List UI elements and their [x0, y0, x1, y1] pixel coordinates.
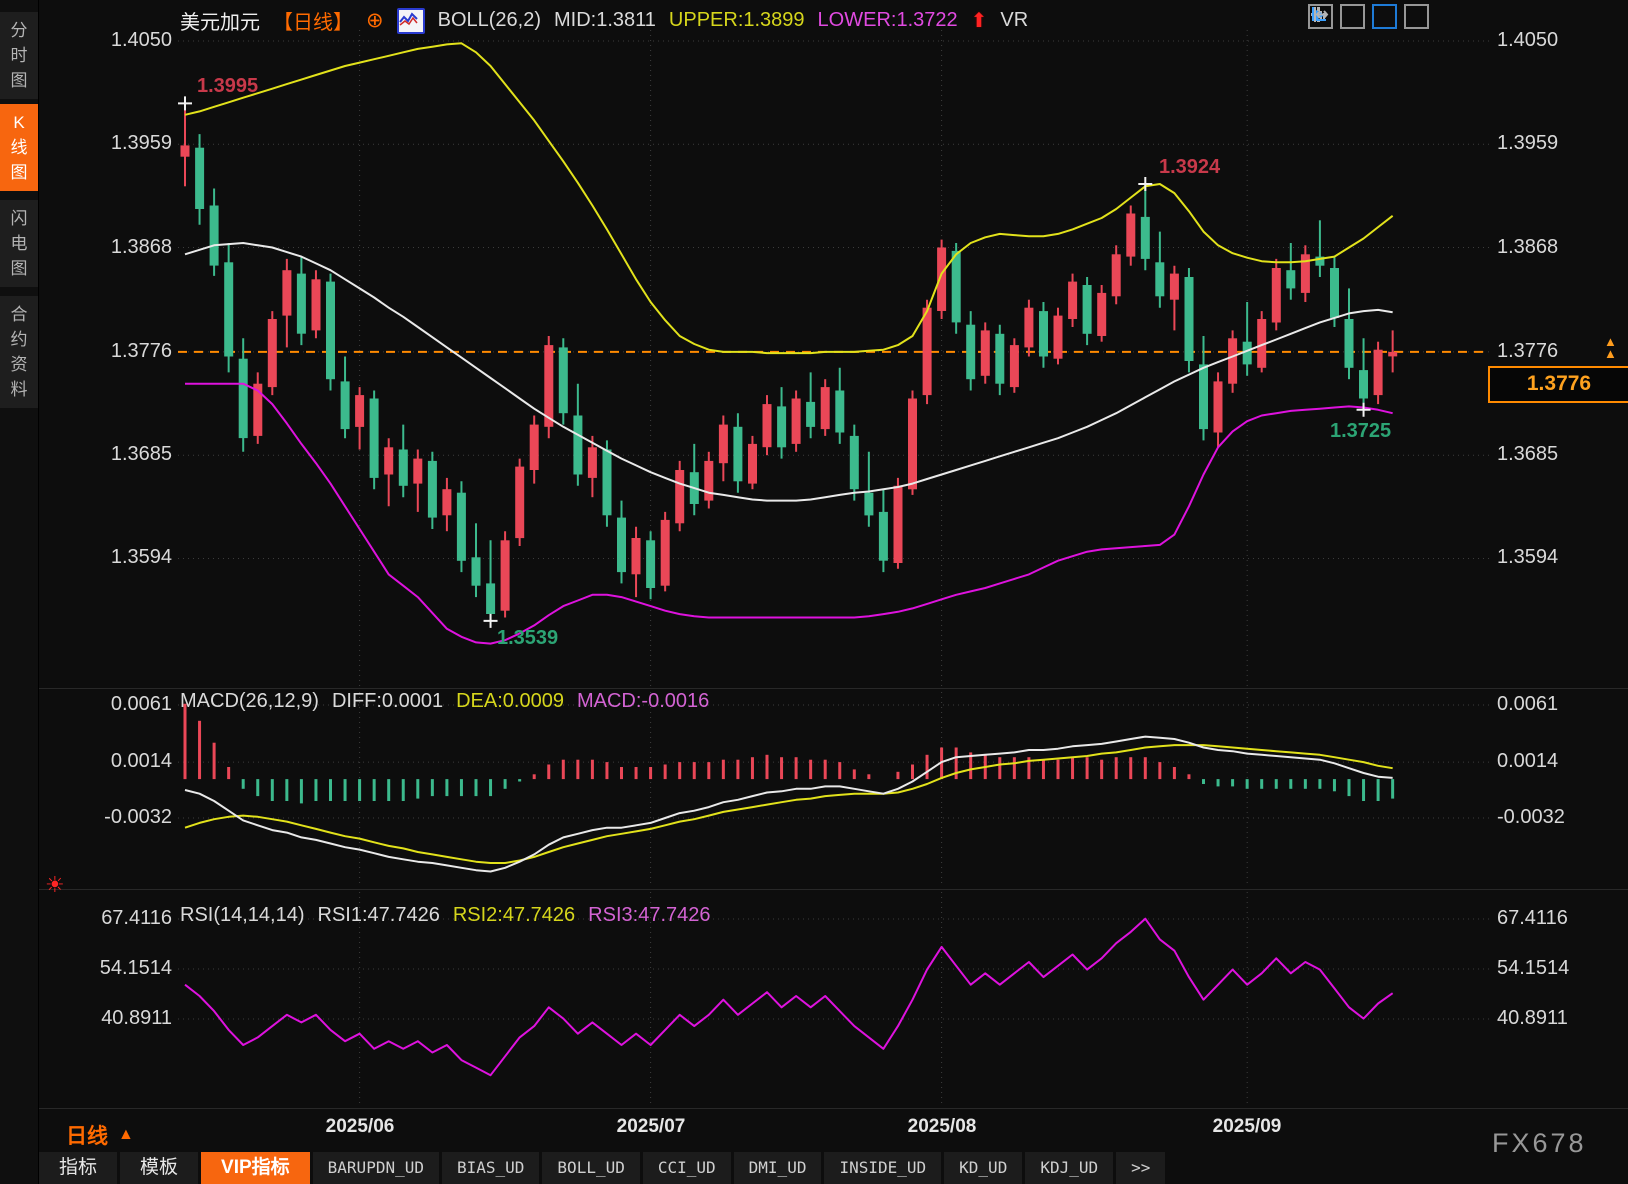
period-tag[interactable]: 【日线】 [273, 6, 353, 35]
macd-y-axis-label-left: -0.0032 [38, 806, 172, 829]
axis-scale-icon[interactable] [1340, 4, 1365, 29]
boll-lower-value: LOWER:1.3722 [818, 9, 958, 32]
indicator-tab-bar: 指标模板VIP指标BARUPDN_UDBIAS_UDBOLL_UDCCI_UDD… [39, 1152, 1165, 1184]
main-y-axis-label-right: 1.3868 [1497, 236, 1558, 259]
x-axis-label: 2025/06 [295, 1116, 425, 1138]
main-y-axis-label-left: 1.3959 [38, 132, 172, 155]
main-y-axis-label-right: 1.4050 [1497, 29, 1558, 52]
main-y-axis-label-left: 1.3868 [38, 236, 172, 259]
macd-diff-value: DIFF:0.0001 [332, 690, 443, 713]
x-axis-label: 2025/09 [1182, 1116, 1312, 1138]
macd-y-axis-label-right: 0.0061 [1497, 693, 1558, 716]
rsi-y-axis-label-right: 54.1514 [1497, 957, 1569, 980]
axis-shift-icon[interactable] [1404, 4, 1429, 29]
triangle-up-icon: ▲ [118, 1126, 134, 1144]
macd-dea-value: DEA:0.0009 [456, 690, 564, 713]
rsi3-value: RSI3:47.7426 [588, 904, 710, 927]
sun-icon[interactable]: ☀ [45, 872, 65, 898]
target-plus-icon[interactable]: ⊕ [366, 8, 384, 33]
tab-dmi-ud[interactable]: DMI_UD [734, 1152, 822, 1184]
main-y-axis-label-right: 1.3776 [1497, 340, 1558, 363]
vr-label[interactable]: VR [1000, 9, 1028, 32]
rsi-title: RSI(14,14,14) [180, 904, 305, 927]
tab-kdj-ud[interactable]: KDJ_UD [1025, 1152, 1113, 1184]
up-arrow-icon: ⬆ [971, 8, 988, 33]
boll-upper-value: UPPER:1.3899 [669, 9, 805, 32]
last-price-box: 1.3776 [1488, 366, 1628, 403]
boll-mid-value: MID:1.3811 [554, 9, 656, 32]
watermark: FX678 [1492, 1128, 1587, 1159]
price-annotation: 1.3725 [1330, 420, 1391, 443]
macd-y-axis-label-right: -0.0032 [1497, 806, 1565, 829]
main-chart-legend: 美元加元 【日线】 ⊕ BOLL(26,2) MID:1.3811 UPPER:… [180, 6, 1028, 35]
macd-title: MACD(26,12,9) [180, 690, 319, 713]
period-selector[interactable]: 日线 ▲ [66, 1120, 134, 1150]
rsi-legend: RSI(14,14,14) RSI1:47.7426 RSI2:47.7426 … [180, 904, 711, 927]
rsi2-value: RSI2:47.7426 [453, 904, 575, 927]
mini-chart-icon[interactable] [397, 8, 425, 34]
macd-y-axis-label-left: 0.0061 [38, 693, 172, 716]
chart-toolbar [1308, 4, 1429, 29]
tab--[interactable]: >> [1116, 1152, 1165, 1184]
macd-value: MACD:-0.0016 [577, 690, 709, 713]
symbol-name: 美元加元 [180, 6, 260, 35]
rsi-y-axis-label-right: 67.4116 [1497, 907, 1568, 930]
rsi-y-axis-label-left: 67.4116 [38, 907, 172, 930]
main-y-axis-label-left: 1.3594 [38, 546, 172, 569]
price-annotation: 1.3995 [197, 75, 258, 98]
sidebar-item-3[interactable]: 闪 电 图 [0, 200, 38, 287]
rsi1-value: RSI1:47.7426 [318, 904, 440, 927]
sidebar-item-1[interactable]: 分 时 图 [0, 12, 38, 99]
macd-y-axis-label-left: 0.0014 [38, 750, 172, 773]
tab-inside-ud[interactable]: INSIDE_UD [824, 1152, 941, 1184]
macd-legend: MACD(26,12,9) DIFF:0.0001 DEA:0.0009 MAC… [180, 690, 709, 713]
double-up-arrow-icon: ▲▲ [1604, 336, 1617, 360]
price-annotation: 1.3539 [497, 627, 558, 650]
main-y-axis-label-right: 1.3685 [1497, 443, 1558, 466]
main-y-axis-label-left: 1.3776 [38, 340, 172, 363]
price-chart-svg[interactable] [0, 0, 1628, 1184]
rsi-y-axis-label-right: 40.8911 [1497, 1007, 1568, 1030]
left-sidebar: 分 时 图 K 线 图闪 电 图合 约 资 料 [0, 0, 39, 1184]
period-label[interactable]: 日线 [66, 1120, 108, 1150]
price-annotation: 1.3924 [1159, 156, 1220, 179]
tab-barupdn-ud[interactable]: BARUPDN_UD [313, 1152, 439, 1184]
rsi-y-axis-label-left: 40.8911 [38, 1007, 172, 1030]
main-y-axis-label-left: 1.3685 [38, 443, 172, 466]
tab-bias-ud[interactable]: BIAS_UD [442, 1152, 539, 1184]
x-axis-label: 2025/07 [586, 1116, 716, 1138]
macd-y-axis-label-right: 0.0014 [1497, 750, 1558, 773]
tab-vip指标[interactable]: VIP指标 [201, 1152, 310, 1184]
tab-boll-ud[interactable]: BOLL_UD [542, 1152, 639, 1184]
main-y-axis-label-left: 1.4050 [38, 29, 172, 52]
main-y-axis-label-right: 1.3959 [1497, 132, 1558, 155]
tab-模板[interactable]: 模板 [120, 1152, 198, 1184]
boll-label: BOLL(26,2) [438, 9, 541, 32]
tab-指标[interactable]: 指标 [39, 1152, 117, 1184]
sidebar-item-4[interactable]: 合 约 资 料 [0, 296, 38, 408]
axis-play-icon[interactable] [1372, 4, 1397, 29]
tab-kd-ud[interactable]: KD_UD [944, 1152, 1022, 1184]
sidebar-item-2[interactable]: K 线 图 [0, 104, 38, 191]
main-y-axis-label-right: 1.3594 [1497, 546, 1558, 569]
tab-cci-ud[interactable]: CCI_UD [643, 1152, 731, 1184]
x-axis-label: 2025/08 [877, 1116, 1007, 1138]
trading-app-window: 1.4050 1.4050 1.3959 1.3959 1.3868 1.3868 1.37… [0, 0, 1628, 1184]
rsi-y-axis-label-left: 54.1514 [38, 957, 172, 980]
